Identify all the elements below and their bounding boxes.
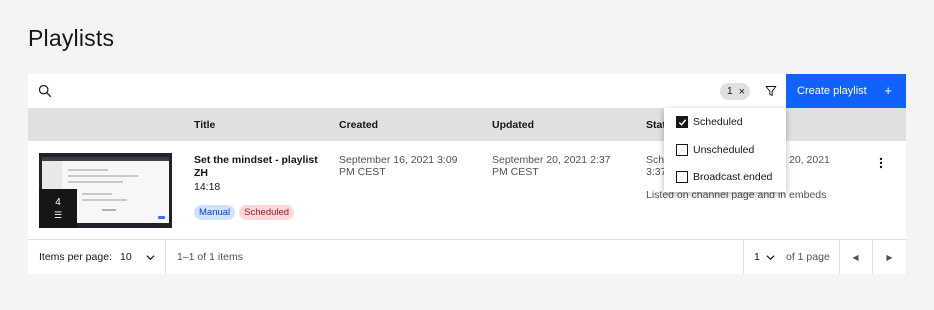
- filter-icon: [765, 86, 777, 96]
- add-icon: +: [884, 83, 892, 98]
- chevron-down-icon: [766, 255, 775, 261]
- items-per-page-label: Items per page:: [39, 251, 112, 263]
- option-label: Unscheduled: [693, 144, 755, 156]
- playlist-duration: 14:18: [194, 181, 221, 193]
- filter-option-unscheduled[interactable]: Unscheduled: [676, 144, 754, 156]
- close-icon[interactable]: ×: [739, 86, 745, 98]
- page-title: Playlists: [28, 25, 115, 51]
- video-count: 4: [55, 197, 61, 208]
- overflow-menu-icon[interactable]: [873, 155, 889, 171]
- filter-button[interactable]: [756, 74, 786, 108]
- playlist-title[interactable]: Set the mindset - playlist ZH: [194, 154, 324, 180]
- page-count: of 1 page: [786, 251, 830, 263]
- checkmark-icon: [678, 118, 686, 126]
- active-filter-tag[interactable]: 1 ×: [720, 83, 750, 100]
- header-status[interactable]: Stat: [646, 119, 666, 131]
- filter-option-broadcast-ended[interactable]: Broadcast ended: [676, 171, 772, 183]
- previous-page-button[interactable]: ◀: [839, 240, 872, 274]
- option-label: Scheduled: [693, 116, 743, 128]
- updated-cell: September 20, 2021 2:37 PM CEST: [492, 154, 611, 178]
- checkbox-unscheduled[interactable]: [676, 144, 688, 156]
- playlist-thumbnail[interactable]: 4 ☰: [39, 153, 172, 228]
- checkbox-scheduled[interactable]: [676, 116, 688, 128]
- caret-right-icon: ▶: [886, 252, 893, 262]
- header-created[interactable]: Created: [339, 119, 378, 131]
- status-date-right: 20, 2021: [789, 154, 830, 166]
- header-updated[interactable]: Updated: [492, 119, 534, 131]
- table-toolbar: 1 × Create playlist +: [28, 74, 906, 108]
- next-page-button[interactable]: ▶: [873, 240, 906, 274]
- search-icon: [38, 84, 52, 98]
- playlist-icon: ☰: [53, 210, 63, 220]
- header-title[interactable]: Title: [194, 119, 215, 131]
- create-playlist-button[interactable]: Create playlist +: [786, 74, 906, 108]
- create-playlist-label: Create playlist: [797, 85, 867, 97]
- item-range: 1–1 of 1 items: [177, 251, 243, 263]
- tag-scheduled: Scheduled: [239, 205, 295, 220]
- option-label: Broadcast ended: [693, 171, 773, 183]
- video-count-overlay: 4 ☰: [39, 189, 77, 228]
- filter-option-scheduled[interactable]: Scheduled: [676, 116, 743, 128]
- page-select[interactable]: 1: [754, 251, 775, 263]
- title-cell: Set the mindset - playlist ZH 14:18 Manu…: [194, 154, 324, 220]
- tag-manual: Manual: [194, 205, 236, 220]
- checkbox-broadcast-ended[interactable]: [676, 171, 688, 183]
- filter-count: 1: [727, 86, 733, 97]
- items-per-page-select[interactable]: 10: [120, 251, 155, 263]
- created-cell: September 16, 2021 3:09 PM CEST: [339, 154, 458, 178]
- pagination: Items per page: 10 1–1 of 1 items 1 of 1…: [28, 240, 906, 274]
- chevron-down-icon: [146, 255, 155, 261]
- caret-left-icon: ◀: [852, 252, 859, 262]
- search-input[interactable]: [64, 74, 704, 108]
- page-value: 1: [754, 251, 760, 263]
- items-per-page-value: 10: [120, 251, 132, 263]
- status-filter-menu: Scheduled Unscheduled Broadcast ended: [664, 108, 786, 192]
